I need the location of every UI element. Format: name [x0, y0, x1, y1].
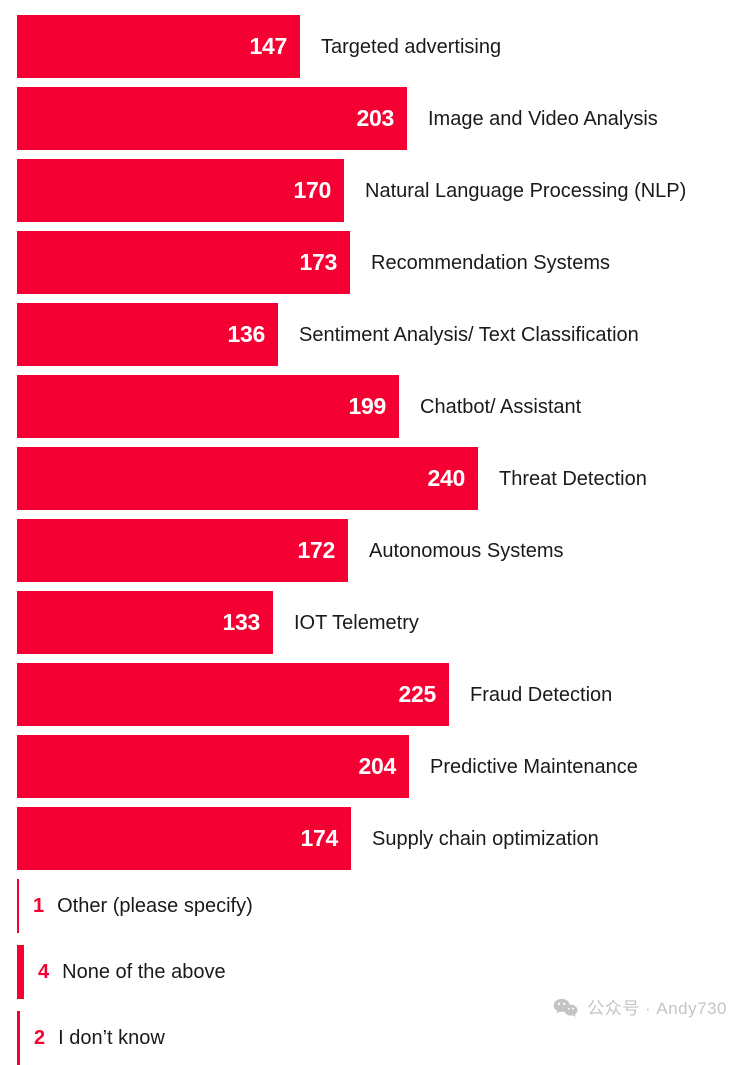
bar-value: 136 — [227, 321, 266, 347]
bar: 225 — [17, 663, 449, 726]
bar-row: 4 None of the above — [0, 945, 745, 999]
bar: 170 — [17, 159, 344, 222]
bar-value: 174 — [300, 825, 339, 851]
horizontal-bar-chart: 147 Targeted advertising 203 Image and Vide… — [0, 0, 745, 1065]
bar-value: 147 — [249, 33, 288, 59]
bar-row: 173 Recommendation Systems — [0, 231, 745, 294]
bar-row: 1 Other (please specify) — [0, 879, 745, 933]
bar: 240 — [17, 447, 478, 510]
bar-value: 2 — [34, 1027, 46, 1049]
watermark-text: 公众号 · Andy730 — [587, 998, 727, 1018]
bar: 204 — [17, 735, 409, 798]
bar — [17, 945, 24, 999]
bar-value: 4 — [38, 961, 50, 983]
bar-label: Targeted advertising — [321, 35, 502, 58]
bar-row: 147 Targeted advertising — [0, 15, 745, 78]
bar-label: Sentiment Analysis/ Text Classification — [299, 323, 639, 346]
bar-row: 2 I don’t know — [0, 1011, 745, 1065]
bar: 172 — [17, 519, 348, 582]
bar-value: 199 — [348, 393, 387, 419]
bar-row: 136 Sentiment Analysis/ Text Classificati… — [0, 303, 745, 366]
bar-label: Predictive Maintenance — [430, 755, 638, 778]
bar-value: 240 — [427, 465, 466, 491]
bar-value: 172 — [297, 537, 336, 563]
bar-row: 170 Natural Language Processing (NLP) — [0, 159, 745, 222]
bar-row: 204 Predictive Maintenance — [0, 735, 745, 798]
bar-value: 1 — [33, 895, 45, 917]
bar-value: 204 — [358, 753, 397, 779]
bar-row: 133 IOT Telemetry — [0, 591, 745, 654]
bar-label: Fraud Detection — [470, 683, 613, 706]
bar-label: I don’t know — [58, 1027, 165, 1049]
bar-label: IOT Telemetry — [294, 611, 419, 634]
bar-row: 174 Supply chain optimization — [0, 807, 745, 870]
wechat-icon — [553, 997, 579, 1019]
bar-value: 203 — [356, 105, 395, 131]
bar-label: None of the above — [62, 961, 226, 983]
bar-label: Autonomous Systems — [369, 539, 564, 562]
watermark: 公众号 · Andy730 — [553, 997, 727, 1019]
bar-row: 203 Image and Video Analysis — [0, 87, 745, 150]
bar: 173 — [17, 231, 350, 294]
bar-value: 225 — [398, 681, 437, 707]
bar: 174 — [17, 807, 351, 870]
bar-row: 240 Threat Detection — [0, 447, 745, 510]
bar: 147 — [17, 15, 300, 78]
bar-label: Image and Video Analysis — [428, 107, 658, 130]
bar-value: 170 — [293, 177, 332, 203]
bar-row: 172 Autonomous Systems — [0, 519, 745, 582]
bar-label: Threat Detection — [499, 467, 647, 490]
bar-value: 133 — [222, 609, 261, 635]
bar-label: Other (please specify) — [57, 895, 253, 917]
bar-label: Chatbot/ Assistant — [420, 395, 582, 418]
bar-row: 225 Fraud Detection — [0, 663, 745, 726]
bar: 136 — [17, 303, 278, 366]
bar-label: Recommendation Systems — [371, 251, 610, 274]
bar: 199 — [17, 375, 399, 438]
bar-label: Supply chain optimization — [372, 827, 599, 850]
bar-row: 199 Chatbot/ Assistant — [0, 375, 745, 438]
bar-value: 173 — [299, 249, 338, 275]
bar-label: Natural Language Processing (NLP) — [365, 179, 687, 202]
bar: 203 — [17, 87, 407, 150]
bar: 133 — [17, 591, 273, 654]
